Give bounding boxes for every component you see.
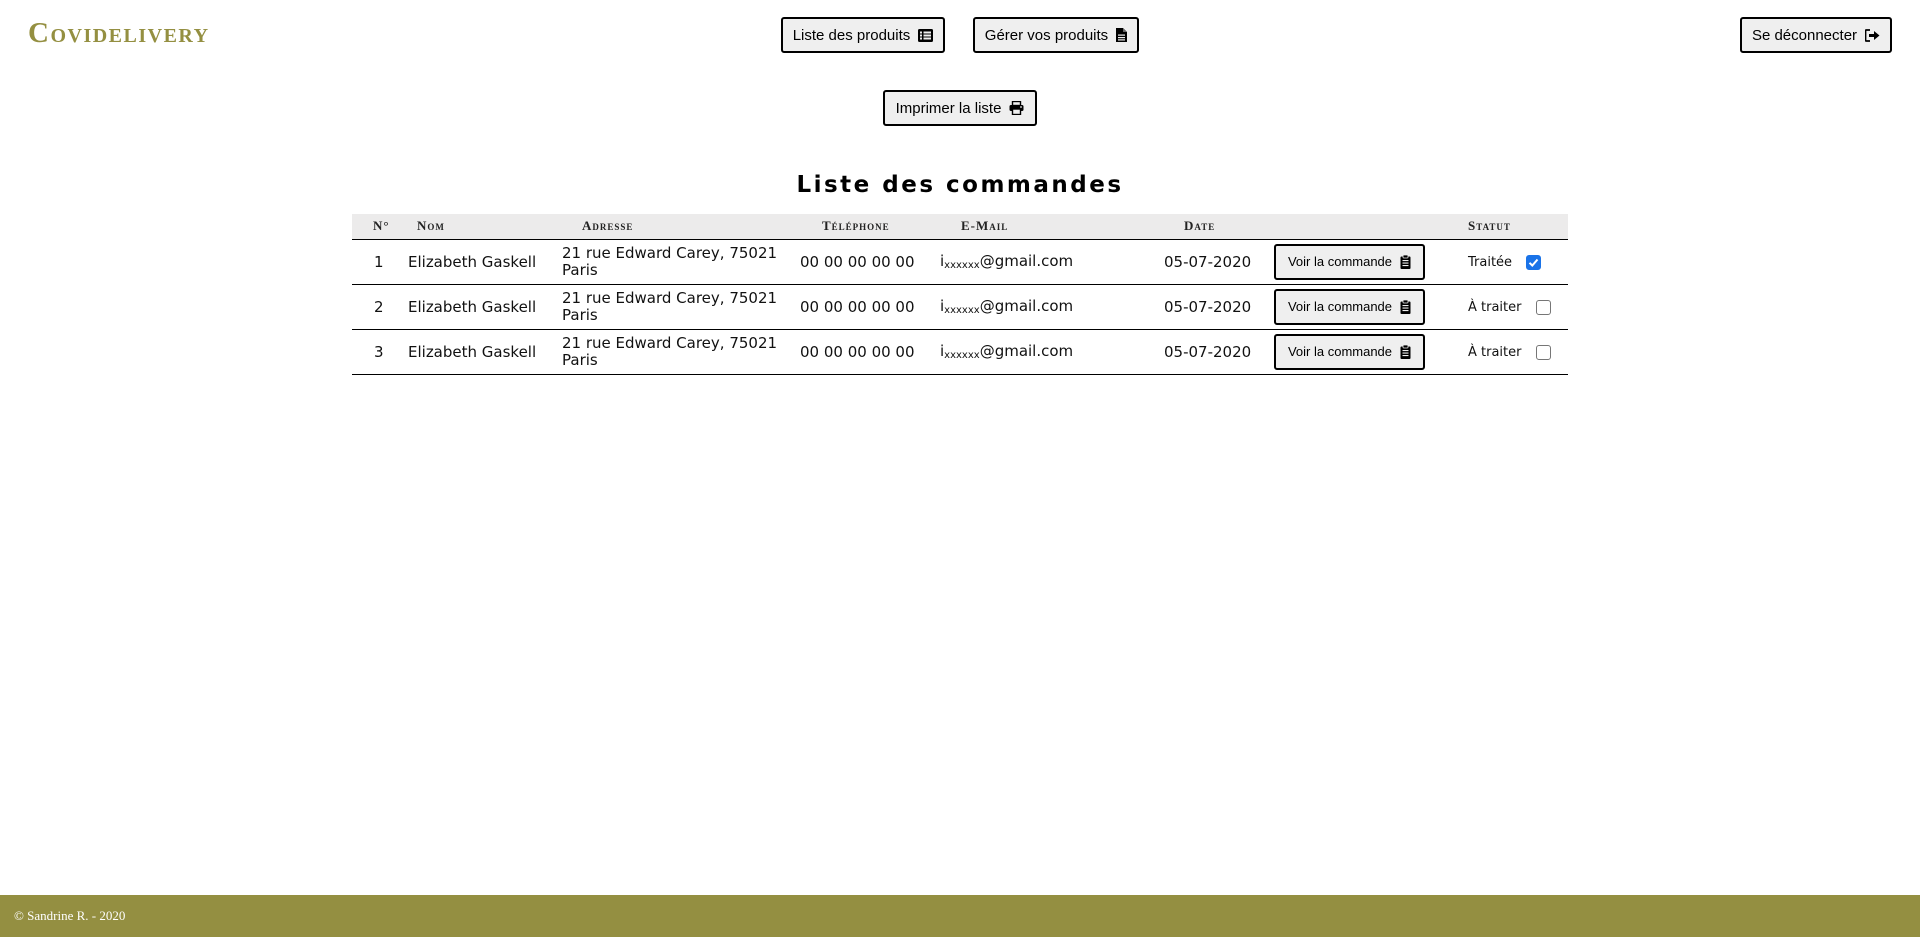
- email-mask: xxxxxx: [944, 260, 980, 271]
- status-checkbox[interactable]: [1535, 344, 1551, 360]
- table-header-row: N° Nom Adresse Téléphone E-Mail Date Sta…: [352, 214, 1568, 239]
- manage-products-label: Gérer vos produits: [984, 26, 1109, 44]
- view-order-button[interactable]: Voir la commande: [1274, 288, 1425, 325]
- view-order-label: Voir la commande: [1287, 254, 1393, 269]
- action-cell: Voir la commande: [1274, 329, 1446, 374]
- customer-address: 21 rue Edward Carey, 75021 Paris: [562, 243, 778, 279]
- brand-logo: Covidelivery: [28, 17, 210, 49]
- print-icon: [1009, 101, 1024, 115]
- customer-phone: 00 00 00 00 00: [800, 342, 915, 361]
- order-date: 05-07-2020: [1164, 297, 1252, 316]
- action-cell: Voir la commande: [1274, 284, 1446, 329]
- order-number: 3: [374, 342, 384, 361]
- view-order-button[interactable]: Voir la commande: [1274, 243, 1425, 280]
- column-header-email: E-Mail: [961, 218, 1009, 234]
- status-checkbox[interactable]: [1526, 254, 1542, 270]
- orders-table: N° Nom Adresse Téléphone E-Mail Date Sta…: [352, 214, 1568, 375]
- column-header-name: Nom: [417, 218, 445, 234]
- customer-phone: 00 00 00 00 00: [800, 252, 915, 271]
- order-date: 05-07-2020: [1164, 252, 1252, 271]
- status-cell: À traiter: [1446, 329, 1568, 374]
- column-header-date: Date: [1184, 218, 1216, 234]
- customer-name: Elizabeth Gaskell: [408, 297, 537, 316]
- email-mask: xxxxxx: [944, 305, 980, 316]
- column-header-address: Adresse: [582, 218, 634, 234]
- clipboard-icon: [1400, 344, 1411, 359]
- print-list-label: Imprimer la liste: [895, 99, 1002, 117]
- status-text: À traiter: [1468, 344, 1522, 360]
- table-row: 2 Elizabeth Gaskell 21 rue Edward Carey,…: [352, 284, 1568, 329]
- customer-address: 21 rue Edward Carey, 75021 Paris: [562, 288, 778, 324]
- file-icon: [1116, 28, 1128, 42]
- email-domain: @gmail.com: [979, 297, 1074, 315]
- customer-address: 21 rue Edward Carey, 75021 Paris: [562, 333, 778, 369]
- list-products-label: Liste des produits: [792, 26, 911, 44]
- customer-name: Elizabeth Gaskell: [408, 342, 537, 361]
- clipboard-icon: [1400, 299, 1411, 314]
- table-row: 3 Elizabeth Gaskell 21 rue Edward Carey,…: [352, 329, 1568, 374]
- list-products-button[interactable]: Liste des produits: [781, 17, 945, 53]
- column-header-num: N°: [373, 218, 390, 234]
- logout-label: Se déconnecter: [1751, 26, 1858, 44]
- column-header-phone: Téléphone: [822, 218, 890, 234]
- clipboard-icon: [1400, 254, 1411, 269]
- customer-name: Elizabeth Gaskell: [408, 252, 537, 271]
- order-number: 1: [374, 252, 384, 271]
- status-text: À traiter: [1468, 299, 1522, 315]
- print-list-button[interactable]: Imprimer la liste: [883, 90, 1037, 126]
- status-cell: Traitée: [1446, 239, 1568, 284]
- footer: © Sandrine R. - 2020: [0, 895, 1920, 937]
- view-order-label: Voir la commande: [1287, 299, 1393, 314]
- sign-out-icon: [1865, 28, 1880, 42]
- column-header-status: Statut: [1468, 218, 1511, 234]
- email-domain: @gmail.com: [979, 252, 1074, 270]
- column-header-action: [1274, 214, 1446, 239]
- order-number: 2: [374, 297, 384, 316]
- view-order-button[interactable]: Voir la commande: [1274, 333, 1425, 370]
- logout-button[interactable]: Se déconnecter: [1740, 17, 1892, 53]
- customer-email: ixxxxxx@gmail.com: [940, 239, 1164, 284]
- status-cell: À traiter: [1446, 284, 1568, 329]
- table-row: 1 Elizabeth Gaskell 21 rue Edward Carey,…: [352, 239, 1568, 284]
- list-icon: [918, 28, 934, 42]
- email-mask: xxxxxx: [944, 350, 980, 361]
- customer-email: ixxxxxx@gmail.com: [940, 284, 1164, 329]
- order-date: 05-07-2020: [1164, 342, 1252, 361]
- customer-email: ixxxxxx@gmail.com: [940, 329, 1164, 374]
- manage-products-button[interactable]: Gérer vos produits: [973, 17, 1139, 53]
- email-domain: @gmail.com: [979, 342, 1074, 360]
- view-order-label: Voir la commande: [1287, 344, 1393, 359]
- customer-phone: 00 00 00 00 00: [800, 297, 915, 316]
- action-cell: Voir la commande: [1274, 239, 1446, 284]
- status-checkbox[interactable]: [1535, 299, 1551, 315]
- status-text: Traitée: [1468, 254, 1513, 270]
- footer-copyright: © Sandrine R. - 2020: [14, 908, 126, 923]
- page-title: Liste des commandes: [796, 172, 1124, 198]
